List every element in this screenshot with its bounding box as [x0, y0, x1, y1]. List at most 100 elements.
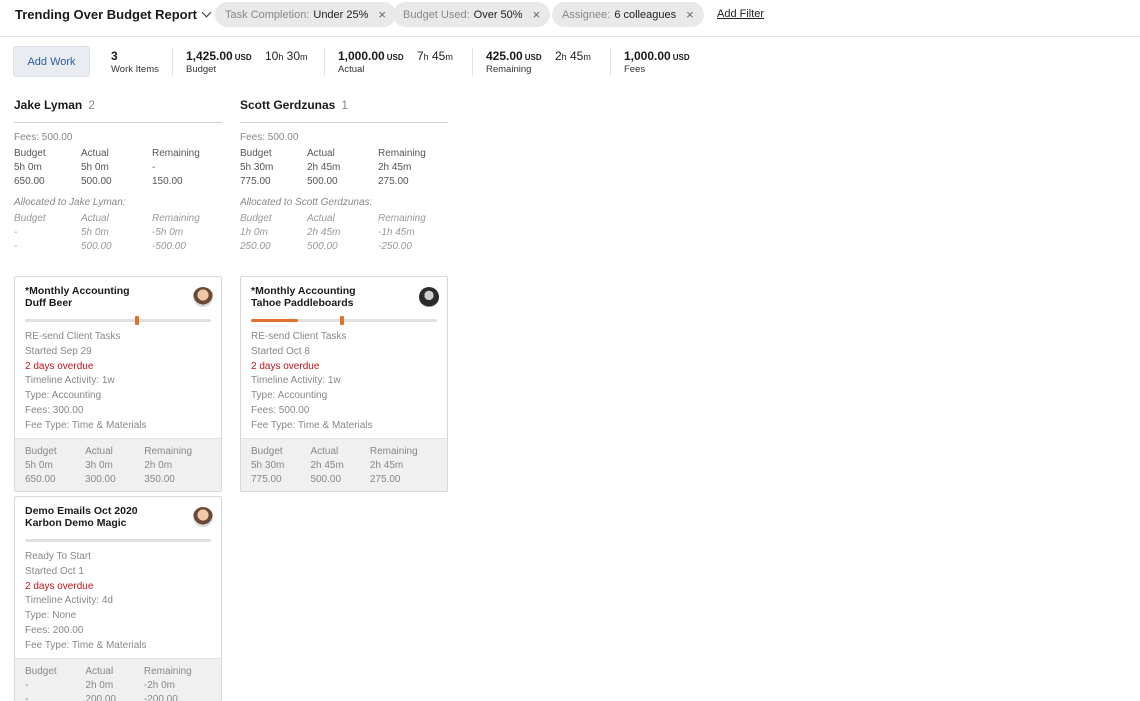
- progress-bar: [25, 316, 211, 325]
- column-summary: Budget 5h 0m 650.00 Actual 5h 0m 500.00 Rema…: [14, 148, 200, 187]
- stat-time: 7h 45m: [416, 49, 453, 63]
- filter-value: Under 25%: [313, 8, 369, 21]
- stat-label: Actual: [338, 64, 365, 75]
- work-card[interactable]: *Monthly Accounting Duff Beer RE-send Cl…: [14, 276, 222, 492]
- work-started: Started Sep 29: [25, 345, 92, 357]
- work-details: Ready To Start Started Oct 1 2 days over…: [25, 550, 211, 654]
- work-type: Type: Accounting: [25, 390, 102, 402]
- progress-marker: [340, 316, 345, 325]
- stat-label: Remaining: [486, 64, 532, 75]
- work-card[interactable]: Demo Emails Oct 2020 Karbon Demo Magic R…: [14, 496, 222, 701]
- work-details: RE-send Client Tasks Started Oct 8 2 day…: [251, 330, 437, 434]
- work-fees: Fees: 200.00: [25, 624, 84, 636]
- stat-value: 1,425.00: [186, 49, 233, 63]
- overdue-label: 2 days overdue: [251, 360, 320, 372]
- work-type: Type: None: [25, 610, 77, 622]
- work-status: RE-send Client Tasks: [25, 331, 121, 342]
- currency-unit: USD: [386, 53, 404, 62]
- stat-time: 10h 30m: [264, 49, 308, 63]
- filter-value: 6 colleagues: [614, 8, 677, 21]
- divider: [324, 48, 325, 76]
- work-title: Demo Emails Oct 2020 Karbon Demo Magic: [25, 505, 138, 529]
- work-card[interactable]: *Monthly Accounting Tahoe Paddleboards R…: [240, 276, 448, 492]
- stat-value: 3: [111, 49, 118, 63]
- column-fees: Fees: 500.00: [240, 132, 299, 143]
- allocation-title: Allocated to Scott Gerdzunas:: [240, 197, 373, 208]
- card-budget-footer: Budget 5h 0m 650.00 Actual 3h 0m 300.00 Rema…: [15, 437, 221, 491]
- work-fees: Fees: 500.00: [251, 404, 310, 416]
- work-status: Ready To Start: [25, 551, 91, 562]
- close-icon[interactable]: ×: [533, 8, 541, 21]
- fee-type: Fee Type: Time & Materials: [25, 639, 147, 651]
- work-item-count: 1: [341, 98, 349, 112]
- divider: [172, 48, 173, 76]
- column-summary: Budget 5h 30m 775.00 Actual 2h 45m 500.00 Re…: [240, 148, 426, 187]
- add-work-button[interactable]: Add Work: [13, 46, 90, 77]
- filter-chip-task-completion[interactable]: Task Completion: Under 25% ×: [215, 2, 397, 27]
- work-title: *Monthly Accounting Tahoe Paddleboards: [251, 285, 356, 309]
- assignee-name[interactable]: Scott Gerdzunas: [240, 98, 335, 112]
- filter-key: Budget Used:: [403, 8, 470, 21]
- avatar[interactable]: [193, 507, 213, 527]
- report-title-dropdown[interactable]: Trending Over Budget Report: [15, 7, 212, 22]
- filter-key: Task Completion:: [225, 8, 310, 21]
- stat-fees: 1,000.00 USD Fees: [624, 49, 690, 75]
- stat-work-items: 3 Work Items: [111, 49, 159, 75]
- overdue-label: 2 days overdue: [25, 580, 94, 592]
- divider: [472, 48, 473, 76]
- progress-bar: [251, 316, 437, 325]
- assignee-name[interactable]: Jake Lyman: [14, 98, 82, 112]
- work-title: *Monthly Accounting Duff Beer: [25, 285, 130, 309]
- stat-value: 425.00: [486, 49, 523, 63]
- chevron-down-icon: [201, 7, 212, 18]
- stat-budget: 1,425.00 USD 10h 30m Budget: [186, 49, 308, 75]
- divider: [610, 48, 611, 76]
- card-budget-footer: Budget 5h 30m 775.00 Actual 2h 45m 500.00 Re…: [241, 437, 447, 491]
- work-started: Started Oct 1: [25, 565, 84, 577]
- filter-chip-budget-used[interactable]: Budget Used: Over 50% ×: [393, 2, 551, 27]
- fee-type: Fee Type: Time & Materials: [251, 419, 373, 431]
- work-type: Type: Accounting: [251, 390, 328, 402]
- currency-unit: USD: [524, 53, 542, 62]
- timeline-activity: Timeline Activity: 1w: [251, 375, 341, 387]
- overdue-label: 2 days overdue: [25, 360, 94, 372]
- work-status: RE-send Client Tasks: [251, 331, 347, 342]
- allocation-summary: Budget - - Actual 5h 0m 500.00 Remaining -5h …: [14, 213, 200, 252]
- stat-actual: 1,000.00 USD 7h 45m Actual: [338, 49, 453, 75]
- card-budget-footer: Budget - - Actual 2h 0m 200.00 Remaining -2h …: [15, 657, 221, 701]
- stat-label: Work Items: [111, 64, 159, 75]
- timeline-activity: Timeline Activity: 1w: [25, 375, 115, 387]
- stat-value: 1,000.00: [624, 49, 671, 63]
- allocation-summary: Budget 1h 0m 250.00 Actual 2h 45m 500.00 Rem…: [240, 213, 426, 252]
- column-fees: Fees: 500.00: [14, 132, 73, 143]
- stat-value: 1,000.00: [338, 49, 385, 63]
- report-header: Trending Over Budget Report Task Complet…: [0, 0, 1140, 37]
- avatar[interactable]: [419, 287, 439, 307]
- column-header: Scott Gerdzunas 1: [240, 98, 448, 123]
- progress-marker: [134, 316, 139, 325]
- work-details: RE-send Client Tasks Started Sep 29 2 da…: [25, 330, 211, 434]
- report-title: Trending Over Budget Report: [15, 7, 198, 22]
- assignee-column-scott-gerdzunas: Scott Gerdzunas 1 Fees: 500.00 Budget 5h …: [240, 98, 448, 254]
- stat-label: Fees: [624, 64, 646, 75]
- work-started: Started Oct 8: [251, 345, 310, 357]
- work-fees: Fees: 300.00: [25, 404, 84, 416]
- progress-bar: [25, 539, 211, 542]
- filter-chip-assignee[interactable]: Assignee: 6 colleagues ×: [552, 2, 704, 27]
- allocation-title: Allocated to Jake Lyman:: [14, 197, 126, 208]
- assignee-column-jake-lyman: Jake Lyman 2 Fees: 500.00 Budget 5h 0m 650…: [14, 98, 222, 254]
- stat-time: 2h 45m: [554, 49, 591, 63]
- stat-label: Budget: [186, 64, 217, 75]
- progress-fill: [251, 319, 298, 322]
- stat-remaining: 425.00 USD 2h 45m Remaining: [486, 49, 591, 75]
- add-filter-link[interactable]: Add Filter: [717, 8, 764, 20]
- close-icon[interactable]: ×: [378, 8, 386, 21]
- avatar[interactable]: [193, 287, 213, 307]
- filter-value: Over 50%: [473, 8, 523, 21]
- timeline-activity: Timeline Activity: 4d: [25, 595, 113, 607]
- currency-unit: USD: [672, 53, 690, 62]
- fee-type: Fee Type: Time & Materials: [25, 419, 147, 431]
- close-icon[interactable]: ×: [686, 8, 694, 21]
- currency-unit: USD: [234, 53, 252, 62]
- column-header: Jake Lyman 2: [14, 98, 222, 123]
